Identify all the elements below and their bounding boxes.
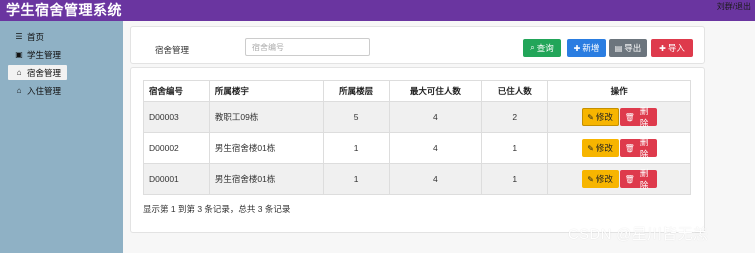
- sidebar-item-label: 首页: [27, 31, 45, 42]
- pencil-icon: ✎: [587, 112, 594, 122]
- delete-label: 删除: [639, 168, 649, 190]
- edit-label: 修改: [595, 143, 613, 153]
- delete-button[interactable]: 🗑 删除: [619, 168, 657, 190]
- list-icon: ☰: [15, 32, 23, 41]
- trash-icon: 🗑: [624, 143, 635, 153]
- table-header-row: 宿舍编号 所属楼宇 所属楼层 最大可住人数 已住人数 操作: [143, 80, 691, 102]
- cell-floor: 5: [322, 101, 390, 133]
- edit-label: 修改: [595, 112, 613, 122]
- trash-icon: 🗑: [624, 174, 635, 184]
- trash-icon: 🗑: [624, 112, 635, 122]
- edit-button[interactable]: ✎ 修改: [581, 108, 619, 126]
- cell-actions: ✎ 修改 🗑 删除: [547, 101, 691, 133]
- cell-dorm-id: D00002: [143, 132, 210, 164]
- file-export-icon: ▤: [614, 43, 623, 53]
- delete-label: 删除: [639, 137, 649, 159]
- cell-dorm-id: D00003: [143, 101, 210, 133]
- delete-label: 删除: [639, 106, 649, 128]
- id-card-icon: ▣: [15, 50, 23, 59]
- cell-current: 2: [481, 101, 549, 133]
- sidebar: ☰ 首页 ▣ 学生管理 ⌂ 宿舍管理 ⌂ 入住管理: [0, 21, 123, 253]
- app-title: 学生宿舍管理系统: [6, 2, 122, 18]
- search-button[interactable]: ⌕ 查询: [523, 39, 561, 57]
- edit-button[interactable]: ✎ 修改: [581, 139, 619, 157]
- add-button-label: 新增: [582, 43, 600, 53]
- sidebar-item-dorms[interactable]: ⌂ 宿舍管理: [8, 65, 68, 80]
- cell-actions: ✎ 修改 🗑 删除: [547, 163, 691, 195]
- cell-floor: 1: [322, 132, 390, 164]
- column-header: 操作: [547, 80, 691, 102]
- delete-button[interactable]: 🗑 删除: [619, 137, 657, 159]
- search-label: 宿舍管理: [155, 45, 190, 55]
- import-button[interactable]: ✚ 导入: [651, 39, 693, 57]
- cell-max: 4: [388, 163, 483, 195]
- top-bar: 学生宿舍管理系统 刘群/退出: [0, 0, 755, 21]
- dorm-table: 宿舍编号 所属楼宇 所属楼层 最大可住人数 已住人数 操作 D00003 教职工…: [143, 80, 691, 195]
- column-header[interactable]: 宿舍编号: [143, 80, 210, 102]
- table-panel: 宿舍编号 所属楼宇 所属楼层 最大可住人数 已住人数 操作 D00003 教职工…: [130, 67, 705, 233]
- sidebar-item-home[interactable]: ☰ 首页: [8, 29, 50, 44]
- cell-building: 男生宿舍楼01栋: [208, 132, 324, 164]
- main-content: 宿舍管理 ⌕ 查询 ✚ 新增 ▤ 导出 ✚ 导入 宿舍编号: [123, 21, 755, 253]
- export-button[interactable]: ▤ 导出: [609, 39, 647, 57]
- cell-actions: ✎ 修改 🗑 删除: [547, 132, 691, 164]
- export-button-label: 导出: [624, 43, 642, 53]
- import-button-label: 导入: [667, 43, 685, 53]
- cell-current: 1: [481, 132, 549, 164]
- watermark: CSDN @星川皆无恙: [568, 226, 709, 243]
- cell-current: 1: [481, 163, 549, 195]
- table-row[interactable]: D00001 男生宿舍楼01栋 1 4 1 ✎ 修改 🗑 删除: [143, 163, 691, 195]
- add-user-icon: ✚: [573, 43, 581, 53]
- pagination-summary: 显示第 1 到第 3 条记录，总共 3 条记录: [143, 204, 291, 214]
- cell-building: 教职工09栋: [208, 101, 324, 133]
- user-import-icon: ✚: [659, 43, 666, 53]
- edit-button[interactable]: ✎ 修改: [581, 170, 619, 188]
- sidebar-item-students[interactable]: ▣ 学生管理: [8, 47, 67, 62]
- cell-max: 4: [388, 132, 483, 164]
- edit-label: 修改: [595, 174, 613, 184]
- sidebar-item-label: 学生管理: [27, 49, 62, 60]
- search-icon: ⌕: [530, 43, 535, 52]
- cell-dorm-id: D00001: [143, 163, 210, 195]
- home-icon: ⌂: [16, 68, 22, 77]
- table-row[interactable]: D00002 男生宿舍楼01栋 1 4 1 ✎ 修改 🗑 删除: [143, 132, 691, 164]
- search-panel: 宿舍管理 ⌕ 查询 ✚ 新增 ▤ 导出 ✚ 导入: [130, 26, 705, 64]
- cell-max: 4: [388, 101, 483, 133]
- column-header[interactable]: 已住人数: [481, 80, 549, 102]
- table-row[interactable]: D00003 教职工09栋 5 4 2 ✎ 修改 🗑 删除: [143, 101, 691, 133]
- sidebar-item-label: 入住管理: [27, 85, 62, 96]
- sidebar-item-label: 宿舍管理: [27, 67, 62, 78]
- home-icon: ⌂: [16, 86, 22, 95]
- pencil-icon: ✎: [587, 143, 594, 153]
- user-logout-link[interactable]: 刘群/退出: [717, 2, 751, 12]
- sidebar-item-checkin[interactable]: ⌂ 入住管理: [8, 83, 67, 98]
- cell-building: 男生宿舍楼01栋: [208, 163, 324, 195]
- delete-button[interactable]: 🗑 删除: [619, 106, 657, 128]
- search-button-label: 查询: [536, 43, 554, 53]
- cell-floor: 1: [322, 163, 390, 195]
- column-header[interactable]: 最大可住人数: [388, 80, 483, 102]
- column-header[interactable]: 所属楼宇: [208, 80, 324, 102]
- pencil-icon: ✎: [587, 174, 594, 184]
- search-input[interactable]: [245, 38, 370, 56]
- add-button[interactable]: ✚ 新增: [567, 39, 606, 57]
- column-header[interactable]: 所属楼层: [322, 80, 390, 102]
